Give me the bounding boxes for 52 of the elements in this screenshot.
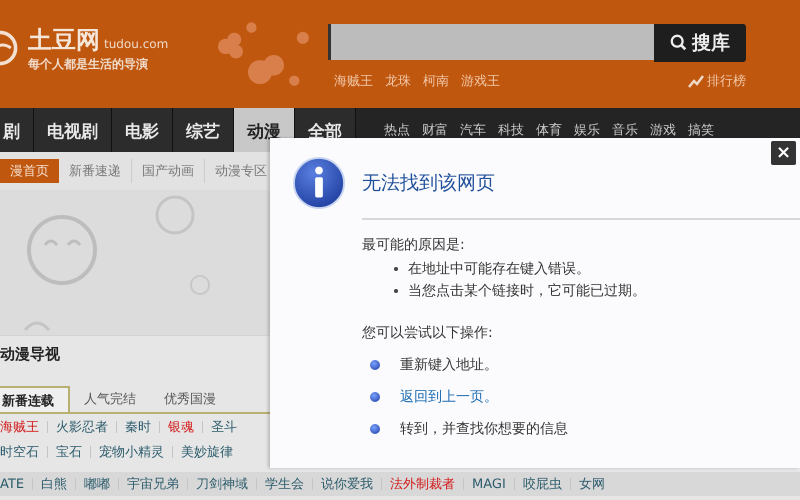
action-text: 转到，并查找你想要的信息	[400, 420, 568, 438]
sub-nav-tab[interactable]: 漫首页	[0, 159, 59, 183]
show-link[interactable]: MAGI	[472, 476, 506, 492]
sub-nav-tab[interactable]: 新番速递	[59, 159, 132, 183]
cause-text: 在地址中可能存在键入错误。	[408, 260, 590, 279]
show-link[interactable]: 火影忍者	[56, 418, 108, 436]
section-tab[interactable]: 人气完结	[70, 386, 150, 412]
sub-nav-tab[interactable]: 国产动画	[132, 159, 205, 183]
show-link[interactable]: 咬屁虫	[522, 475, 562, 493]
show-link[interactable]: 银魂	[168, 418, 194, 436]
close-button[interactable]: ×	[771, 141, 796, 165]
nav-tab[interactable]: 剧	[0, 108, 34, 152]
show-link[interactable]: 嘟嘟	[84, 475, 110, 493]
show-link[interactable]: 刀剑神域	[196, 475, 248, 493]
show-link[interactable]: 学生会	[265, 475, 304, 493]
show-link[interactable]: 宇宙兄弟	[127, 475, 180, 493]
action-text: 重新键入地址。	[400, 356, 498, 374]
bullet-icon	[370, 392, 380, 402]
search-field[interactable]	[328, 24, 654, 60]
section-tab[interactable]: 新番连载	[0, 386, 70, 412]
cause-text: 当您点击某个链接时，它可能已过期。	[408, 282, 646, 301]
show-link[interactable]: 法外制裁者	[390, 475, 456, 493]
bullet-icon	[370, 360, 380, 370]
bullet-icon	[394, 267, 398, 271]
logo-domain: tudou.com	[104, 36, 168, 50]
nav-tab[interactable]: 电影	[112, 108, 173, 152]
show-link[interactable]: 女网	[578, 475, 605, 493]
actions-heading: 您可以尝试以下操作:	[362, 324, 494, 342]
search-icon	[670, 34, 688, 52]
back-link[interactable]: 返回到上一页。	[400, 388, 498, 406]
show-link[interactable]: 宠物小精灵	[99, 442, 164, 460]
show-link[interactable]: 宝石	[56, 442, 82, 460]
show-link[interactable]: ATE	[0, 476, 24, 492]
search-button[interactable]: 搜库	[654, 24, 746, 62]
causes-heading: 最可能的原因是:	[362, 236, 466, 254]
show-link[interactable]: 秦时	[125, 418, 151, 436]
slogan: 每个人都是生活的导演	[28, 56, 149, 72]
show-link[interactable]: 时空石	[0, 442, 39, 460]
show-link[interactable]: 白熊	[41, 475, 68, 493]
show-link[interactable]: 海贼王	[0, 418, 39, 436]
bullet-icon	[370, 424, 380, 434]
nav-tab[interactable]: 综艺	[173, 108, 234, 152]
show-link[interactable]: 说你爱我	[321, 475, 374, 493]
section-tab[interactable]: 优秀国漫	[150, 386, 230, 412]
show-link[interactable]: 圣斗	[211, 418, 237, 436]
nav-tab[interactable]: 电视剧	[34, 108, 112, 152]
logo-name[interactable]: 土豆网	[28, 24, 100, 56]
chart-line-icon	[688, 74, 704, 88]
dialog-title: 无法找到该网页	[362, 171, 495, 196]
info-icon	[292, 156, 346, 210]
bullet-icon	[394, 289, 398, 293]
show-link[interactable]: 美妙旋律	[181, 442, 233, 460]
